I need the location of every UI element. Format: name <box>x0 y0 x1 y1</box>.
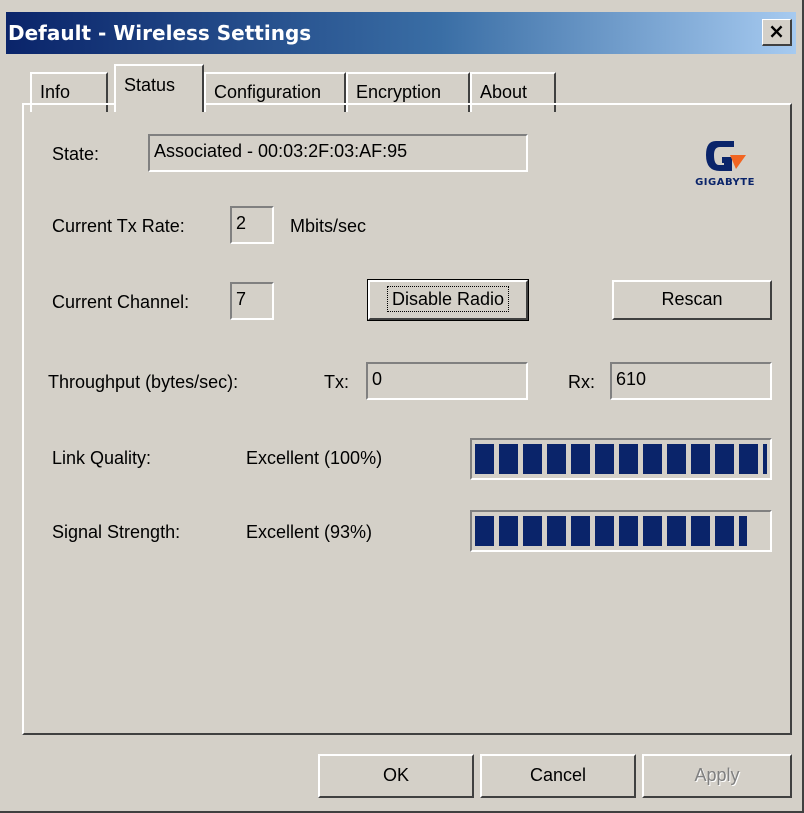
channel-label: Current Channel: <box>52 292 190 312</box>
rx-label: Rx: <box>568 372 595 392</box>
disable-radio-button[interactable]: Disable Radio <box>367 279 529 321</box>
link-quality-label: Link Quality: <box>52 448 152 468</box>
ok-button[interactable]: OK <box>318 754 474 798</box>
tx-rate-field: 2 <box>230 206 274 244</box>
tx-field: 0 <box>366 362 528 400</box>
link-quality-meter <box>470 438 772 480</box>
state-field: Associated - 00:03:2F:03:AF:95 <box>148 134 528 172</box>
channel-field: 7 <box>230 282 274 320</box>
disable-radio-label: Disable Radio <box>386 286 510 312</box>
signal-strength-text: Excellent (93%) <box>246 522 373 542</box>
rx-value: 610 <box>616 369 647 389</box>
tx-rate-value: 2 <box>236 213 247 233</box>
cancel-button[interactable]: Cancel <box>480 754 636 798</box>
gigabyte-logo: GIGABYTE <box>694 135 756 193</box>
gigabyte-logo-icon <box>706 141 746 171</box>
tx-value: 0 <box>372 369 383 389</box>
link-quality-meter-fill <box>475 444 767 474</box>
cancel-label: Cancel <box>529 765 587 785</box>
tx-rate-unit: Mbits/sec <box>290 216 367 236</box>
tx-label: Tx: <box>324 372 349 392</box>
apply-label: Apply <box>694 765 740 785</box>
rx-field: 610 <box>610 362 772 400</box>
ok-label: OK <box>382 765 409 785</box>
rescan-button[interactable]: Rescan <box>612 280 772 320</box>
signal-strength-label: Signal Strength: <box>52 522 181 542</box>
logo-text: GIGABYTE <box>695 177 755 188</box>
link-quality-text: Excellent (100%) <box>246 448 383 468</box>
throughput-label: Throughput (bytes/sec): <box>48 372 239 392</box>
signal-strength-meter <box>470 510 772 552</box>
rescan-label: Rescan <box>661 289 723 309</box>
state-value: Associated - 00:03:2F:03:AF:95 <box>154 141 408 161</box>
state-label: State: <box>52 144 100 164</box>
channel-value: 7 <box>236 289 247 309</box>
tx-rate-label: Current Tx Rate: <box>52 216 185 236</box>
wireless-settings-dialog: Default - Wireless Settings × Info Statu… <box>0 0 804 813</box>
apply-button[interactable]: Apply <box>642 754 792 798</box>
signal-strength-meter-fill <box>475 516 747 546</box>
status-content: State: Associated - 00:03:2F:03:AF:95 GI… <box>0 0 804 813</box>
